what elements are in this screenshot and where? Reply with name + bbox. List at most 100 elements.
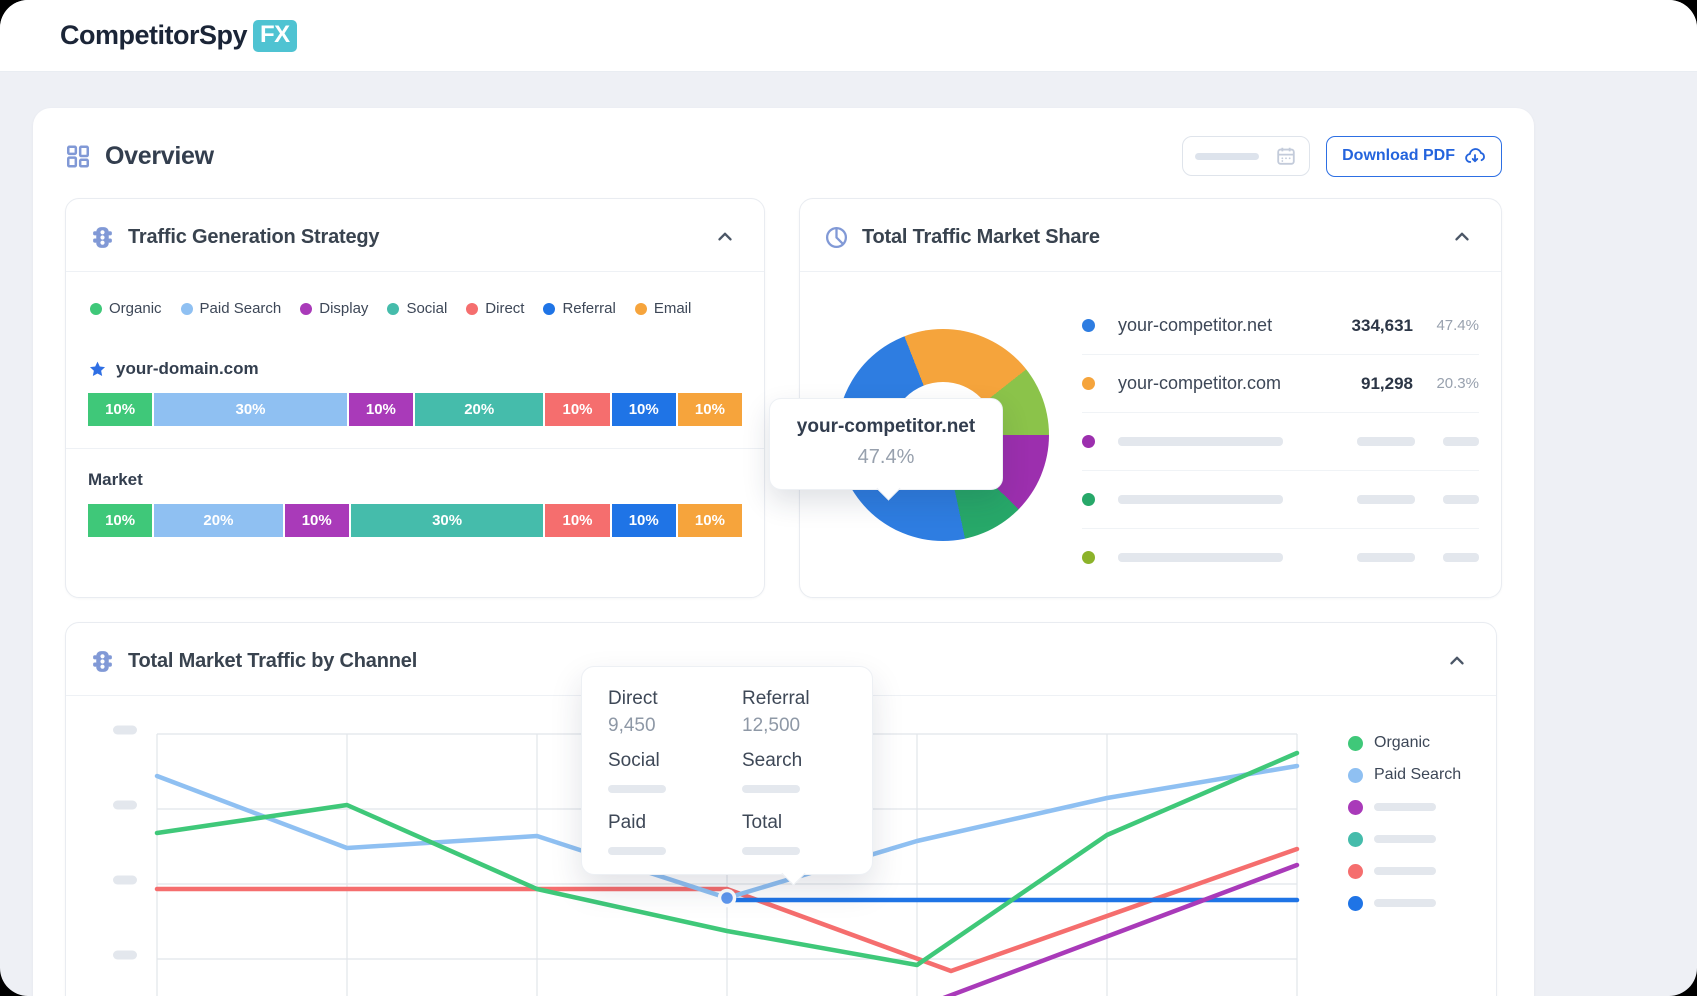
share-card-title: Total Traffic Market Share (862, 226, 1434, 249)
competitor-row: your-competitor.com91,29820.3% (1082, 355, 1479, 413)
legend-dot-icon (300, 303, 312, 315)
legend-dot-icon (1348, 832, 1363, 847)
competitor-visits: 334,631 (1317, 316, 1413, 336)
bar-segment[interactable]: 10% (285, 504, 349, 537)
bar-segment[interactable]: 10% (612, 504, 676, 537)
star-icon (88, 360, 107, 379)
legend-dot-icon (1348, 768, 1363, 783)
skeleton-name-bar (1118, 437, 1283, 446)
domain-stacked-bar: 10%30%10%20%10%10%10% (88, 393, 742, 426)
skeleton-value-bar (742, 847, 800, 855)
tooltip-metric: Paid (608, 812, 742, 861)
bar-segment[interactable]: 10% (88, 393, 152, 426)
cloud-download-icon (1464, 145, 1486, 167)
bar-segment[interactable]: 10% (545, 504, 609, 537)
top-header: CompetitorSpyFX (0, 0, 1697, 72)
legend-dot-icon (543, 303, 555, 315)
competitor-dot-icon (1082, 435, 1095, 448)
page-title: Overview (105, 142, 214, 171)
competitor-dot-icon (1082, 377, 1095, 390)
bar-segment[interactable]: 10% (678, 393, 742, 426)
legend-dot-icon (1348, 800, 1363, 815)
competitor-row: your-competitor.net334,63147.4% (1082, 297, 1479, 355)
skeleton-legend-label (1374, 899, 1436, 907)
legend-dot-icon (1348, 896, 1363, 911)
overview-panel: Overview Download PDF (33, 108, 1534, 996)
pie-chart-icon (824, 225, 849, 250)
legend-item: Email (635, 300, 692, 317)
legend-item: Paid Search (1348, 767, 1461, 783)
domain-row-label: your-domain.com (66, 317, 764, 379)
channel-tooltip: Direct 9,450Referral 12,500SocialSearchPai… (581, 666, 873, 875)
competitor-row (1082, 471, 1479, 529)
app-window: CompetitorSpyFX Overview (0, 0, 1697, 996)
legend-dot-icon (387, 303, 399, 315)
legend-item: Referral (543, 300, 615, 317)
legend-label: Social (406, 300, 447, 317)
market-row-label: Market (66, 449, 764, 490)
skeleton-name-bar (1118, 553, 1283, 562)
download-pdf-button[interactable]: Download PDF (1326, 136, 1502, 177)
legend-item: Organic (1348, 735, 1461, 751)
total-market-traffic-by-channel-card: Total Market Traffic by Channel OrganicP… (65, 622, 1497, 996)
legend-dot-icon (466, 303, 478, 315)
tooltip-metric: Referral 12,500 (742, 688, 876, 737)
collapse-channel-button[interactable] (1442, 646, 1472, 676)
legend-label: Direct (485, 300, 524, 317)
legend-item (1348, 831, 1461, 847)
tooltip-metric-value: 9,450 (608, 715, 742, 737)
skeleton-share-bar (1443, 437, 1479, 446)
donut-tooltip: your-competitor.net 47.4% (769, 398, 1003, 490)
collapse-strategy-button[interactable] (710, 222, 740, 252)
bar-segment[interactable]: 10% (545, 393, 609, 426)
competitor-row (1082, 529, 1479, 586)
tooltip-metric: Search (742, 750, 876, 799)
skeleton-name-bar (1118, 495, 1283, 504)
collapse-share-button[interactable] (1447, 222, 1477, 252)
competitor-name: your-competitor.net (1118, 315, 1317, 336)
date-range-picker[interactable] (1182, 136, 1310, 176)
tooltip-metric-label: Referral (742, 688, 876, 710)
skeleton-share-bar (1443, 553, 1479, 562)
legend-item: Organic (90, 300, 162, 317)
competitor-share: 20.3% (1413, 375, 1479, 392)
skeleton-value-bar (1357, 437, 1415, 446)
tooltip-metric: Direct 9,450 (608, 688, 742, 737)
bar-segment[interactable]: 10% (612, 393, 676, 426)
legend-label: Organic (1374, 734, 1430, 752)
competitor-dot-icon (1082, 319, 1095, 332)
bar-segment[interactable]: 10% (349, 393, 413, 426)
strategy-legend: Organic Paid Search Display Social Direct Ref… (66, 272, 764, 317)
competitor-share: 47.4% (1413, 317, 1479, 334)
brand-name: CompetitorSpy (60, 20, 247, 51)
legend-label: Organic (109, 300, 162, 317)
skeleton-value-bar (608, 785, 666, 793)
strategy-card-title: Traffic Generation Strategy (128, 226, 697, 249)
legend-item: Display (300, 300, 368, 317)
calendar-icon (1275, 145, 1297, 167)
bar-segment[interactable]: 20% (415, 393, 543, 426)
tooltip-metric-label: Total (742, 812, 876, 834)
tooltip-metric-label: Direct (608, 688, 742, 710)
tooltip-metric: Total (742, 812, 876, 861)
bar-segment[interactable]: 10% (88, 504, 152, 537)
skeleton-value-bar (1357, 553, 1415, 562)
bar-segment[interactable]: 30% (351, 504, 544, 537)
tooltip-metric-label: Paid (608, 812, 742, 834)
tooltip-metric-value: 12,500 (742, 715, 876, 737)
legend-dot-icon (181, 303, 193, 315)
overview-grid-icon (65, 143, 91, 169)
legend-item: Direct (466, 300, 524, 317)
bar-segment[interactable]: 20% (154, 504, 282, 537)
legend-label: Referral (562, 300, 615, 317)
market-label: Market (88, 470, 143, 490)
download-pdf-label: Download PDF (1342, 147, 1455, 165)
bar-segment[interactable]: 30% (154, 393, 347, 426)
bar-segment[interactable]: 10% (678, 504, 742, 537)
legend-item: Paid Search (181, 300, 282, 317)
traffic-light-icon (90, 649, 115, 674)
competitor-dot-icon (1082, 493, 1095, 506)
tooltip-metric-label: Social (608, 750, 742, 772)
legend-label: Email (654, 300, 692, 317)
skeleton-legend-label (1374, 867, 1436, 875)
